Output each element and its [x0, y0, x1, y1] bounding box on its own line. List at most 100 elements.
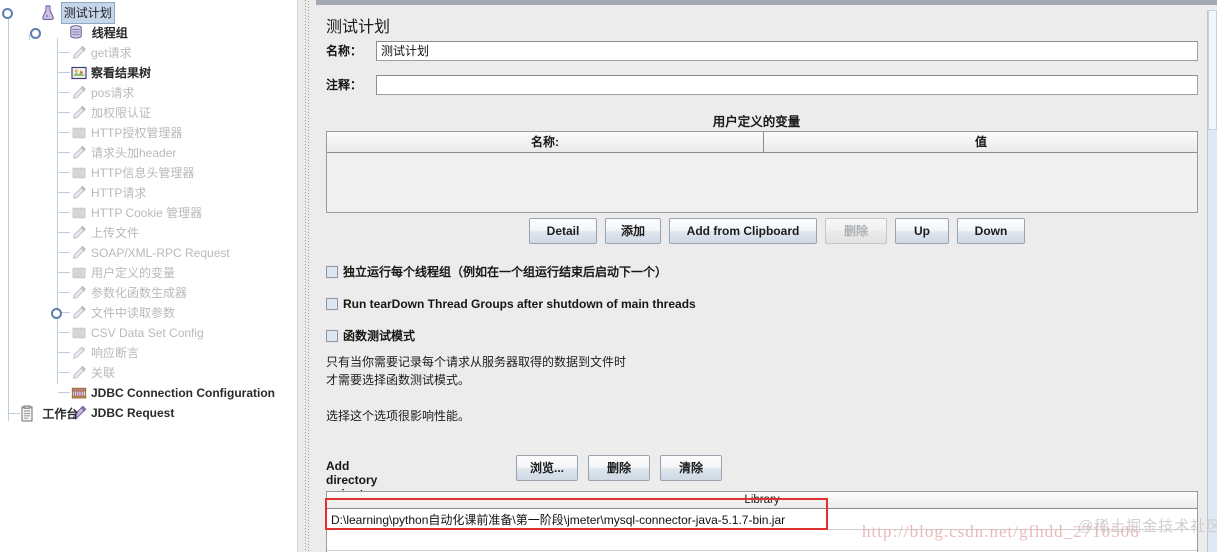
- tree-connector: [58, 232, 70, 233]
- tree-node-17[interactable]: 关联: [70, 362, 118, 382]
- classpath-button-1[interactable]: 浏览...: [516, 455, 578, 481]
- tree-connector: [58, 172, 70, 173]
- tree-node-13[interactable]: 参数化函数生成器: [70, 282, 190, 302]
- classpath-button-2[interactable]: 删除: [588, 455, 650, 481]
- tree-node-label: SOAP/XML-RPC Request: [91, 245, 230, 260]
- column-header-name[interactable]: 名称:: [327, 132, 764, 152]
- tree-node-3[interactable]: pos请求: [70, 82, 137, 102]
- tree-connector: [58, 192, 70, 193]
- classpath-button-3[interactable]: 清除: [660, 455, 722, 481]
- checkbox-row-3[interactable]: 函数测试模式: [326, 327, 415, 345]
- sampler-pencil-icon: [70, 44, 88, 62]
- column-header-value[interactable]: 值: [765, 132, 1197, 152]
- tree-expander-thread-group-knob[interactable]: [30, 28, 41, 39]
- comment-field-row: 注释：: [326, 75, 1198, 95]
- table-body[interactable]: [327, 153, 1197, 212]
- sampler-pencil-icon: [70, 84, 88, 102]
- table-row-empty[interactable]: [327, 531, 1197, 551]
- sampler-pencil-icon: [70, 304, 88, 322]
- tree-node-label: 上传文件: [91, 225, 140, 240]
- variables-button-6[interactable]: Down: [957, 218, 1025, 244]
- test-plan-tree[interactable]: 测试计划 线程组 get请求察看结果树 pos请求加权限认证 HTTP授权管理器请求…: [0, 0, 297, 552]
- tree-node-18[interactable]: JDBC Connection Configuration: [70, 382, 278, 402]
- tree-node-4[interactable]: 加权限认证: [70, 102, 154, 122]
- tree-connector: [58, 132, 70, 133]
- tree-node-11[interactable]: SOAP/XML-RPC Request: [70, 242, 233, 262]
- tree-trunk-line: [8, 14, 9, 421]
- variables-button-3[interactable]: Add from Clipboard: [669, 218, 817, 244]
- tree-node-16[interactable]: ? 响应断言: [70, 342, 142, 362]
- variables-button-1[interactable]: Detail: [529, 218, 597, 244]
- tree-node-workbench[interactable]: 工作台: [18, 403, 81, 423]
- tree-node-label: 察看结果树: [91, 65, 152, 80]
- panel-splitter[interactable]: [297, 0, 317, 552]
- tree-connector: [58, 72, 70, 73]
- library-path-cell[interactable]: D:\learning\python自动化课前准备\第一阶段\jmeter\my…: [327, 510, 1197, 530]
- tree-node-label: pos请求: [91, 85, 135, 100]
- config-gear-icon: [70, 204, 88, 222]
- tree-expander-root-knob[interactable]: [2, 8, 13, 19]
- checkbox-1[interactable]: [326, 266, 338, 278]
- sampler-pencil-icon: [70, 184, 88, 202]
- tree-node-thread-group[interactable]: 线程组: [50, 22, 131, 42]
- jdbc-config-icon: [70, 384, 88, 402]
- tree-node-8[interactable]: HTTP请求: [70, 182, 149, 202]
- table-header-row: 名称: 值: [327, 132, 1197, 153]
- comment-label: 注释：: [326, 78, 363, 92]
- test-plan-editor: 测试计划 名称： 测试计划 注释： 用户定义的变量 名称: 值 Detail 添…: [316, 0, 1217, 552]
- tree-connector: [58, 152, 70, 153]
- library-column-header[interactable]: Library: [327, 492, 1197, 509]
- tree-node-7[interactable]: HTTP信息头管理器: [70, 162, 197, 182]
- vertical-scrollbar[interactable]: [1207, 10, 1217, 552]
- flask-icon: [39, 4, 57, 22]
- tree-node-6[interactable]: 请求头加header: [70, 142, 179, 162]
- tree-node-2[interactable]: 察看结果树: [70, 62, 154, 82]
- checkbox-3[interactable]: [326, 330, 338, 342]
- tree-node-label: 测试计划: [60, 2, 115, 24]
- tree-node-label: HTTP授权管理器: [91, 125, 183, 140]
- config-gear-icon: [70, 324, 88, 342]
- name-label: 名称：: [326, 44, 363, 58]
- tree-node-label: 工作台: [42, 406, 79, 421]
- workbench-icon: [18, 405, 36, 423]
- table-row[interactable]: D:\learning\python自动化课前准备\第一阶段\jmeter\my…: [327, 510, 1197, 530]
- tree-node-1[interactable]: get请求: [70, 42, 135, 62]
- checkbox-2[interactable]: [326, 298, 338, 310]
- config-gear-icon: [70, 124, 88, 142]
- scrollbar-thumb[interactable]: [1208, 10, 1217, 130]
- tree-node-12[interactable]: 用户定义的变量: [70, 262, 178, 282]
- editor-body: 测试计划 名称： 测试计划 注释： 用户定义的变量 名称: 值 Detail 添…: [316, 5, 1217, 552]
- comment-input[interactable]: [376, 75, 1198, 95]
- splitter-grip-secondary[interactable]: [308, 1, 309, 552]
- tree-node-label: 关联: [91, 365, 116, 380]
- variables-button-5[interactable]: Up: [895, 218, 949, 244]
- tree-expander-knob[interactable]: [51, 308, 62, 319]
- tree-node-15[interactable]: CSV Data Set Config: [70, 322, 207, 342]
- checkbox-row-2[interactable]: Run tearDown Thread Groups after shutdow…: [326, 295, 696, 313]
- tree-node-test-plan[interactable]: 测试计划: [22, 2, 115, 24]
- note-line-2: 才需要选择函数测试模式。: [326, 373, 471, 387]
- library-table[interactable]: Library D:\learning\python自动化课前准备\第一阶段\j…: [326, 491, 1198, 552]
- tree-node-5[interactable]: HTTP授权管理器: [70, 122, 185, 142]
- checkbox-row-1[interactable]: 独立运行每个线程组（例如在一个组运行结束后启动下一个）: [326, 263, 667, 281]
- user-defined-variables-table[interactable]: 名称: 值: [326, 131, 1198, 213]
- tree-connector: [58, 392, 70, 393]
- tree-node-9[interactable]: HTTP Cookie 管理器: [70, 202, 205, 222]
- tree-node-19[interactable]: JDBC Request: [70, 402, 177, 422]
- variables-button-2[interactable]: 添加: [605, 218, 661, 244]
- tree-connector: [58, 332, 70, 333]
- sampler-pencil-icon: [70, 104, 88, 122]
- tree-node-label: HTTP Cookie 管理器: [91, 205, 203, 220]
- sampler-pencil-icon: [70, 244, 88, 262]
- name-input[interactable]: 测试计划: [376, 41, 1198, 61]
- checkbox-label-1: 独立运行每个线程组（例如在一个组运行结束后启动下一个）: [343, 265, 668, 279]
- tree-node-14[interactable]: 文件中读取参数: [70, 302, 178, 322]
- tree-node-10[interactable]: 上传文件: [70, 222, 142, 242]
- tree-connector: [58, 372, 70, 373]
- tree-connector: [58, 252, 70, 253]
- tree-connector: [58, 212, 70, 213]
- config-gear-icon: [70, 264, 88, 282]
- svg-text:?: ?: [81, 347, 85, 354]
- sampler-pencil-icon: [70, 144, 88, 162]
- tree-node-label: get请求: [91, 45, 132, 60]
